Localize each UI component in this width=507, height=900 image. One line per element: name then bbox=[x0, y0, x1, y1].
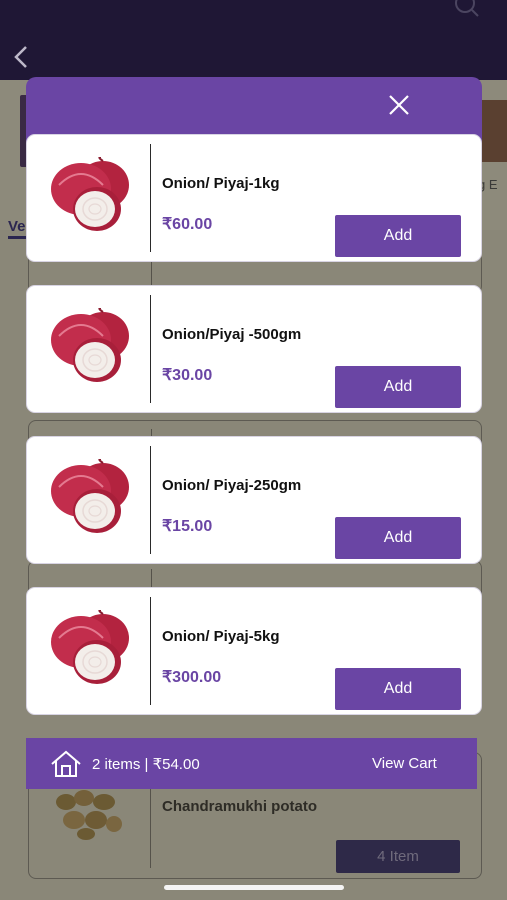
product-card: Onion/ Piyaj-5kg ₹300.00 Add bbox=[26, 587, 482, 715]
card-divider bbox=[150, 295, 151, 403]
product-price: ₹300.00 bbox=[162, 669, 222, 686]
add-button[interactable]: Add bbox=[335, 366, 461, 408]
category-thumbnail[interactable] bbox=[478, 100, 507, 162]
card-divider bbox=[150, 144, 151, 252]
search-icon[interactable] bbox=[452, 0, 480, 22]
product-card: Onion/ Piyaj-1kg ₹60.00 Add bbox=[26, 134, 482, 262]
product-name: Onion/Piyaj -500gm bbox=[162, 326, 302, 343]
item-count-button[interactable]: 4 Item bbox=[336, 840, 460, 873]
onion-image bbox=[45, 609, 133, 688]
card-divider bbox=[150, 597, 151, 705]
cart-summary: 2 items | ₹54.00 bbox=[92, 756, 200, 773]
product-card: Onion/ Piyaj-250gm ₹15.00 Add bbox=[26, 436, 482, 564]
app-header bbox=[0, 0, 507, 80]
product-price: ₹15.00 bbox=[162, 518, 213, 535]
onion-image bbox=[45, 156, 133, 235]
add-button[interactable]: Add bbox=[335, 215, 461, 257]
home-indicator bbox=[164, 885, 344, 890]
product-name: Onion/ Piyaj-5kg bbox=[162, 628, 280, 645]
close-icon[interactable] bbox=[386, 92, 412, 118]
add-button[interactable]: Add bbox=[335, 668, 461, 710]
home-icon[interactable] bbox=[50, 750, 82, 778]
potato-image bbox=[52, 788, 124, 840]
card-divider bbox=[150, 446, 151, 554]
product-name: Onion/ Piyaj-1kg bbox=[162, 175, 280, 192]
back-arrow-icon[interactable] bbox=[12, 44, 42, 74]
tab-vegetables[interactable]: Ve bbox=[8, 218, 26, 235]
add-button[interactable]: Add bbox=[335, 517, 461, 559]
product-price: ₹60.00 bbox=[162, 216, 213, 233]
product-card: Onion/Piyaj -500gm ₹30.00 Add bbox=[26, 285, 482, 413]
onion-image bbox=[45, 307, 133, 386]
onion-image bbox=[45, 458, 133, 537]
product-price: ₹30.00 bbox=[162, 367, 213, 384]
view-cart-button[interactable]: View Cart bbox=[372, 755, 437, 772]
tab-underline bbox=[8, 236, 28, 239]
product-name: Onion/ Piyaj-250gm bbox=[162, 477, 302, 494]
product-name: Chandramukhi potato bbox=[162, 798, 318, 815]
